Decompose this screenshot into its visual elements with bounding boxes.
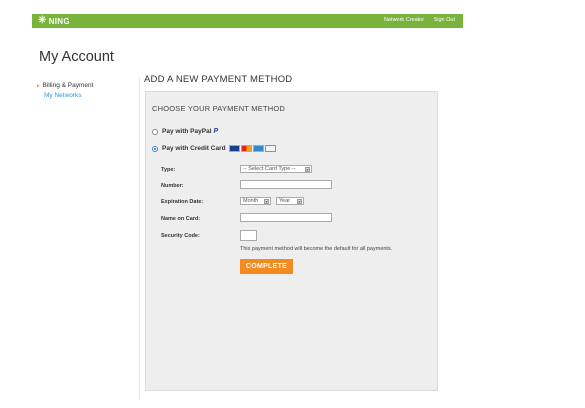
discover-card-icon [264, 145, 276, 152]
credit-card-radio[interactable] [152, 145, 158, 152]
name-on-card-input[interactable] [240, 213, 332, 222]
card-number-label: Number: [161, 183, 184, 189]
mastercard-card-icon [240, 145, 252, 152]
chevron-down-icon: ▾ [305, 167, 310, 172]
credit-card-option[interactable]: Pay with Credit Card [152, 145, 276, 152]
expiration-month-select[interactable]: Month ▾ [240, 197, 271, 205]
chevron-down-icon: ▾ [264, 199, 269, 204]
paypal-icon: P [213, 128, 219, 135]
page-title: My Account [39, 49, 114, 65]
paypal-option[interactable]: Pay with PayPal P [152, 128, 218, 135]
card-logos [228, 145, 276, 152]
sign-out-link[interactable]: Sign Out [434, 17, 455, 23]
expiration-year-select[interactable]: Year ▾ [276, 197, 304, 205]
credit-card-label: Pay with Credit Card [162, 145, 226, 152]
network-creator-link[interactable]: Network Creator [384, 17, 424, 23]
month-value: Month [243, 198, 259, 204]
top-links: Network Creator Sign Out [376, 17, 455, 23]
visa-card-icon [228, 145, 240, 152]
sidebar-item-billing-payment[interactable]: ▸ Billing & Payment [37, 81, 93, 91]
panel-heading: CHOOSE YOUR PAYMENT METHOD [152, 104, 285, 113]
logo-text: NING [48, 16, 70, 26]
sidebar: ▸ Billing & Payment My Networks [37, 81, 93, 101]
paypal-label: Pay with PayPal [162, 128, 212, 135]
ning-logo[interactable]: ✳ NING [38, 15, 70, 27]
sidebar-item-my-networks[interactable]: My Networks [37, 91, 93, 101]
card-type-select[interactable]: -- Select Card Type -- ▾ [240, 165, 312, 173]
amex-card-icon [252, 145, 264, 152]
ning-snowflake-icon: ✳ [38, 15, 47, 26]
default-payment-note: This payment method will become the defa… [240, 246, 393, 252]
chevron-down-icon: ▾ [297, 199, 302, 204]
paypal-radio[interactable] [152, 128, 158, 135]
caret-right-icon: ▸ [37, 83, 40, 89]
card-type-label: Type: [161, 167, 176, 173]
card-type-value: -- Select Card Type -- [243, 166, 296, 172]
column-divider [139, 78, 140, 400]
security-code-input[interactable] [240, 230, 257, 241]
expiration-date-label: Expiration Date: [161, 199, 204, 205]
sidebar-item-label: Billing & Payment [42, 82, 94, 89]
security-code-label: Security Code: [161, 233, 200, 239]
year-value: Year [279, 198, 291, 204]
card-number-input[interactable] [240, 180, 332, 189]
section-title: ADD A NEW PAYMENT METHOD [144, 74, 293, 85]
top-nav-bar: ✳ NING Network Creator Sign Out [32, 14, 463, 28]
name-on-card-label: Name on Card: [161, 216, 201, 222]
complete-button[interactable]: COMPLETE [240, 259, 293, 274]
payment-method-panel: CHOOSE YOUR PAYMENT METHOD Pay with PayP… [145, 91, 438, 391]
